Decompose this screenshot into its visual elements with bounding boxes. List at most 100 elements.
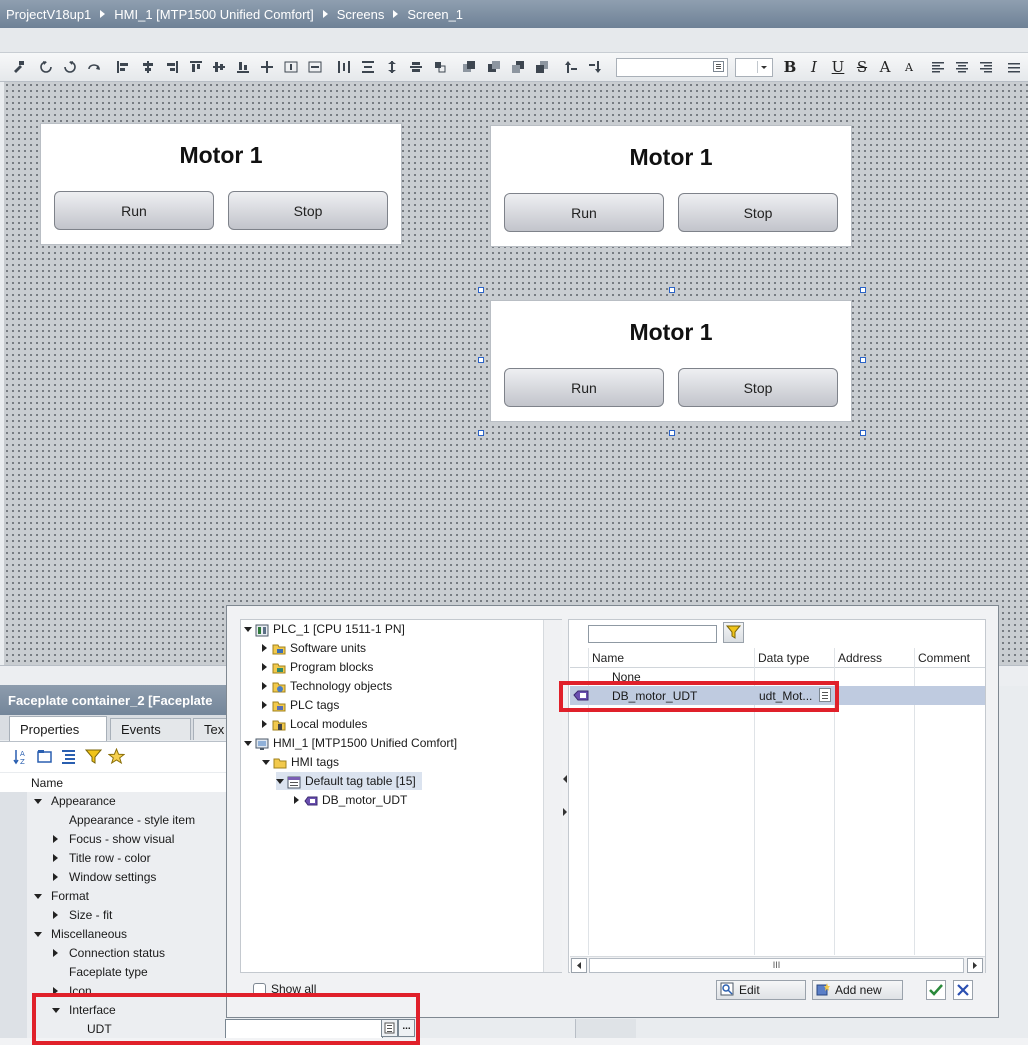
font-size-select[interactable] bbox=[735, 58, 773, 77]
tree-item-program-blocks[interactable]: Program blocks bbox=[262, 658, 373, 676]
edit-button[interactable]: Edit bbox=[716, 980, 806, 1000]
rotate-left-icon[interactable] bbox=[37, 58, 55, 76]
run-button[interactable]: Run bbox=[504, 368, 664, 407]
resize-handle[interactable] bbox=[860, 430, 866, 436]
tree-item-software-units[interactable]: Software units bbox=[262, 639, 366, 657]
list-view-icon[interactable] bbox=[60, 748, 77, 768]
layer-up-icon[interactable] bbox=[562, 58, 580, 76]
add-new-button[interactable]: Add new bbox=[812, 980, 903, 1000]
breadcrumb-screen[interactable]: Screen_1 bbox=[407, 7, 463, 22]
column-comment[interactable]: Comment bbox=[918, 651, 970, 665]
prop-row-miscellaneous[interactable]: Miscellaneous bbox=[0, 925, 228, 944]
underline-button[interactable]: U bbox=[829, 58, 847, 76]
cancel-icon[interactable] bbox=[953, 980, 973, 1000]
resize-handle[interactable] bbox=[669, 430, 675, 436]
text-align-center-icon[interactable] bbox=[953, 58, 971, 76]
layer-down-icon[interactable] bbox=[586, 58, 604, 76]
tree-item-db-motor-udt[interactable]: DB_motor_UDT bbox=[294, 791, 407, 809]
align-middle-icon[interactable] bbox=[210, 58, 228, 76]
center-icon[interactable] bbox=[258, 58, 276, 76]
prop-row-appearance[interactable]: Appearance bbox=[0, 792, 228, 811]
tag-filter-input[interactable] bbox=[588, 625, 717, 643]
tree-item-default-tag-table[interactable]: Default tag table [15] bbox=[276, 772, 422, 790]
align-bottom-icon[interactable] bbox=[234, 58, 252, 76]
scroll-right-icon[interactable] bbox=[967, 958, 983, 973]
column-name[interactable]: Name bbox=[592, 651, 624, 665]
flip-icon[interactable] bbox=[85, 58, 103, 76]
align-top-icon[interactable] bbox=[187, 58, 205, 76]
breadcrumb-project[interactable]: ProjectV18up1 bbox=[6, 7, 91, 22]
stop-button[interactable]: Stop bbox=[678, 193, 838, 232]
collapsed-icon bbox=[53, 835, 58, 843]
strikethrough-button[interactable]: S bbox=[853, 58, 871, 76]
tree-item-hmi[interactable]: HMI_1 [MTP1500 Unified Comfort] bbox=[244, 734, 457, 752]
scroll-thumb[interactable]: III bbox=[589, 958, 964, 973]
resize-handle[interactable] bbox=[478, 430, 484, 436]
prop-row-window-settings[interactable]: Window settings bbox=[0, 868, 228, 887]
faceplate-container-3[interactable]: Motor 1 Run Stop bbox=[490, 300, 852, 422]
breadcrumb-screens[interactable]: Screens bbox=[337, 7, 385, 22]
breadcrumb-device[interactable]: HMI_1 [MTP1500 Unified Comfort] bbox=[114, 7, 313, 22]
prop-row-title-row-color[interactable]: Title row - color bbox=[0, 849, 228, 868]
tab-properties[interactable]: Properties bbox=[9, 716, 107, 741]
prop-row-appearance-style[interactable]: Appearance - style item bbox=[0, 811, 228, 830]
send-backward-icon[interactable] bbox=[509, 58, 527, 76]
rotate-right-icon[interactable] bbox=[61, 58, 79, 76]
star-icon[interactable] bbox=[107, 747, 126, 768]
resize-handle[interactable] bbox=[669, 287, 675, 293]
prop-row-connection-status[interactable]: Connection status bbox=[0, 944, 228, 963]
tree-scrollbar[interactable] bbox=[543, 620, 562, 972]
distribute-horizontal-icon[interactable] bbox=[335, 58, 353, 76]
tab-events[interactable]: Events bbox=[110, 718, 191, 740]
column-data-type[interactable]: Data type bbox=[758, 651, 809, 665]
distribute-vertical-icon[interactable] bbox=[359, 58, 377, 76]
run-button[interactable]: Run bbox=[54, 191, 214, 230]
filter-icon[interactable] bbox=[84, 748, 103, 768]
font-grow-button[interactable]: A bbox=[876, 58, 894, 76]
run-button[interactable]: Run bbox=[504, 193, 664, 232]
resize-handle[interactable] bbox=[478, 287, 484, 293]
column-address[interactable]: Address bbox=[838, 651, 882, 665]
resize-handle[interactable] bbox=[860, 287, 866, 293]
same-height-icon[interactable] bbox=[383, 58, 401, 76]
text-justify-icon[interactable] bbox=[1005, 58, 1023, 76]
send-to-back-icon[interactable] bbox=[533, 58, 551, 76]
tree-item-technology-objects[interactable]: Technology objects bbox=[262, 677, 392, 695]
faceplate-container-2[interactable]: Motor 1 Run Stop bbox=[490, 125, 852, 247]
align-center-icon[interactable] bbox=[139, 58, 157, 76]
center-vertical-icon[interactable] bbox=[306, 58, 324, 76]
bold-button[interactable]: B bbox=[781, 58, 799, 76]
font-family-select[interactable] bbox=[616, 58, 728, 77]
tree-item-plc[interactable]: PLC_1 [CPU 1511-1 PN] bbox=[244, 620, 405, 638]
tree-item-plc-tags[interactable]: PLC tags bbox=[262, 696, 339, 714]
stop-button[interactable]: Stop bbox=[678, 368, 838, 407]
expanded-icon bbox=[276, 778, 284, 784]
filter-icon[interactable] bbox=[723, 622, 744, 643]
same-width-icon[interactable] bbox=[407, 58, 425, 76]
scroll-left-icon[interactable] bbox=[571, 958, 587, 973]
sort-icon[interactable]: AZ bbox=[13, 748, 30, 768]
text-align-left-icon[interactable] bbox=[929, 58, 947, 76]
faceplate-container-1[interactable]: Motor 1 Run Stop bbox=[40, 123, 402, 245]
align-right-icon[interactable] bbox=[163, 58, 181, 76]
center-horizontal-icon[interactable] bbox=[282, 58, 300, 76]
prop-row-faceplate-type[interactable]: Faceplate type bbox=[0, 963, 228, 982]
tree-item-local-modules[interactable]: Local modules bbox=[262, 715, 367, 733]
same-size-icon[interactable] bbox=[431, 58, 449, 76]
prop-row-format[interactable]: Format bbox=[0, 887, 228, 906]
resize-handle[interactable] bbox=[860, 357, 866, 363]
stop-button[interactable]: Stop bbox=[228, 191, 388, 230]
italic-button[interactable]: I bbox=[805, 58, 823, 76]
bring-to-front-icon[interactable] bbox=[460, 58, 478, 76]
resize-handle[interactable] bbox=[478, 357, 484, 363]
bring-forward-icon[interactable] bbox=[485, 58, 503, 76]
text-align-right-icon[interactable] bbox=[977, 58, 995, 76]
folder-view-icon[interactable] bbox=[36, 748, 53, 768]
confirm-icon[interactable] bbox=[926, 980, 946, 1000]
prop-row-focus[interactable]: Focus - show visual bbox=[0, 830, 228, 849]
format-painter-icon[interactable] bbox=[9, 58, 27, 76]
tree-item-hmi-tags[interactable]: HMI tags bbox=[262, 753, 339, 771]
prop-row-size-fit[interactable]: Size - fit bbox=[0, 906, 228, 925]
align-left-icon[interactable] bbox=[114, 58, 132, 76]
font-shrink-button[interactable]: A bbox=[900, 58, 918, 76]
